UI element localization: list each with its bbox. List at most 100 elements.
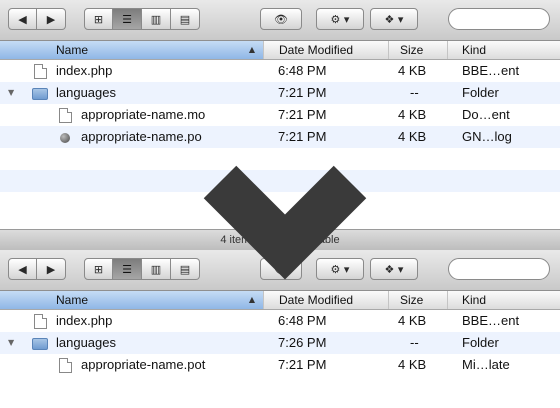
file-row[interactable]: appropriate-name.po 7:21 PM 4 KB GN…log — [0, 126, 560, 148]
back-arrow-icon: ◀ — [18, 12, 27, 26]
folder-row[interactable]: ▼ languages 7:21 PM -- Folder — [0, 82, 560, 104]
back-button[interactable]: ◀ — [8, 8, 37, 30]
quicklook-button[interactable]: 👁 — [260, 8, 302, 30]
file-name: appropriate-name.pot — [81, 357, 206, 372]
file-kind: Mi…late — [462, 357, 510, 372]
size-column-header[interactable]: Size — [388, 291, 447, 309]
dropbox-icon: ❖ ▾ — [384, 262, 404, 276]
disclosure-triangle-icon[interactable]: ▼ — [8, 332, 14, 354]
file-name: index.php — [56, 63, 113, 78]
search-input[interactable] — [448, 8, 550, 30]
file-size: 4 KB — [398, 313, 427, 328]
kind-column-header[interactable]: Kind — [447, 41, 560, 59]
file-kind: BBE…ent — [462, 313, 520, 328]
empty-row — [0, 148, 560, 170]
file-name: languages — [56, 335, 116, 350]
file-date: 7:21 PM — [278, 85, 327, 100]
file-kind: Folder — [462, 335, 499, 350]
file-row[interactable]: appropriate-name.mo 7:21 PM 4 KB Do…ent — [0, 104, 560, 126]
list-view-icon: ☰ — [122, 262, 132, 276]
file-row[interactable]: index.php 6:48 PM 4 KB BBE…ent — [0, 60, 560, 82]
status-bar: 4 items, 45 GB available — [0, 229, 560, 250]
file-size: -- — [410, 85, 419, 100]
dropbox-menu-button[interactable]: ❖ ▾ — [370, 8, 418, 30]
file-size: -- — [410, 335, 419, 350]
icon-view-icon: ⊞ — [93, 262, 104, 276]
toolbar: ◀ ▶ ⊞ ☰ ▥ ▤ 👁 ⚙ ▾ ❖ ▾ ⚲ — [0, 0, 560, 41]
kind-column-header[interactable]: Kind — [447, 291, 560, 309]
name-column-header[interactable]: Name ▲ — [0, 291, 263, 309]
icon-view-button[interactable]: ⊞ — [84, 258, 113, 280]
name-column-label: Name — [56, 293, 89, 307]
file-date: 6:48 PM — [278, 63, 327, 78]
dropbox-icon: ❖ ▾ — [384, 12, 404, 26]
file-list: index.php 6:48 PM 4 KB BBE…ent ▼ languag… — [0, 60, 560, 214]
sort-ascending-icon: ▲ — [248, 295, 255, 304]
file-kind: BBE…ent — [462, 63, 520, 78]
date-column-header[interactable]: Date Modified — [263, 291, 388, 309]
quicklook-button[interactable]: 👁 — [260, 258, 302, 280]
search-input[interactable] — [448, 258, 550, 280]
gear-icon: ⚙ ▾ — [330, 262, 350, 276]
coverflow-view-button[interactable]: ▤ — [171, 258, 200, 280]
date-column-label: Date Modified — [279, 43, 354, 57]
back-button[interactable]: ◀ — [8, 258, 37, 280]
disclosure-triangle-icon[interactable]: ▼ — [8, 82, 14, 104]
sort-ascending-icon: ▲ — [248, 45, 255, 54]
bundle-icon — [60, 133, 70, 143]
eye-icon: 👁 — [274, 262, 288, 276]
folder-row[interactable]: ▼ languages 7:26 PM -- Folder — [0, 332, 560, 354]
file-size: 4 KB — [398, 357, 427, 372]
file-row[interactable]: appropriate-name.pot 7:21 PM 4 KB Mi…lat… — [0, 354, 560, 376]
coverflow-view-button[interactable]: ▤ — [171, 8, 200, 30]
file-name: appropriate-name.po — [81, 129, 202, 144]
file-name: appropriate-name.mo — [81, 107, 206, 122]
file-kind: Do…ent — [462, 107, 510, 122]
forward-button[interactable]: ▶ — [37, 8, 66, 30]
file-date: 7:21 PM — [278, 107, 327, 122]
file-date: 7:21 PM — [278, 129, 327, 144]
file-size: 4 KB — [398, 129, 427, 144]
back-forward-buttons: ◀ ▶ — [8, 8, 66, 30]
forward-button[interactable]: ▶ — [37, 258, 66, 280]
kind-column-label: Kind — [462, 43, 487, 57]
size-column-header[interactable]: Size — [388, 41, 447, 59]
forward-arrow-icon: ▶ — [46, 262, 56, 276]
icon-view-button[interactable]: ⊞ — [84, 8, 113, 30]
dropbox-menu-button[interactable]: ❖ ▾ — [370, 258, 418, 280]
size-column-label: Size — [400, 293, 424, 307]
kind-column-label: Kind — [462, 293, 487, 307]
php-file-icon — [34, 314, 47, 329]
empty-row — [0, 170, 560, 192]
file-size: 4 KB — [398, 63, 427, 78]
list-view-button[interactable]: ☰ — [113, 258, 142, 280]
column-view-button[interactable]: ▥ — [142, 258, 171, 280]
date-column-label: Date Modified — [279, 293, 354, 307]
file-kind: Folder — [462, 85, 499, 100]
column-header: Name ▲ Date Modified Size Kind — [0, 291, 560, 310]
name-column-header[interactable]: Name ▲ — [0, 41, 263, 59]
back-arrow-icon: ◀ — [18, 262, 27, 276]
action-menu-button[interactable]: ⚙ ▾ — [316, 258, 364, 280]
column-view-button[interactable]: ▥ — [142, 8, 171, 30]
action-menu-button[interactable]: ⚙ ▾ — [316, 8, 364, 30]
date-column-header[interactable]: Date Modified — [263, 41, 388, 59]
file-name: languages — [56, 85, 116, 100]
file-date: 6:48 PM — [278, 313, 327, 328]
folder-icon — [32, 338, 48, 350]
status-text: 4 items, 45 GB available — [220, 234, 340, 246]
column-view-icon: ▥ — [150, 12, 162, 26]
empty-row — [0, 192, 560, 214]
coverflow-view-icon: ▤ — [179, 12, 191, 26]
icon-view-icon: ⊞ — [93, 12, 104, 26]
file-row[interactable]: index.php 6:48 PM 4 KB BBE…ent — [0, 310, 560, 332]
column-header: Name ▲ Date Modified Size Kind — [0, 41, 560, 60]
list-view-icon: ☰ — [122, 12, 132, 26]
list-view-button[interactable]: ☰ — [113, 8, 142, 30]
folder-icon — [32, 88, 48, 100]
back-forward-buttons: ◀ ▶ — [8, 258, 66, 280]
toolbar: ◀ ▶ ⊞ ☰ ▥ ▤ 👁 ⚙ ▾ ❖ ▾ ⚲ — [0, 250, 560, 291]
gear-icon: ⚙ ▾ — [330, 12, 350, 26]
file-size: 4 KB — [398, 107, 427, 122]
view-mode-buttons: ⊞ ☰ ▥ ▤ — [84, 8, 200, 30]
